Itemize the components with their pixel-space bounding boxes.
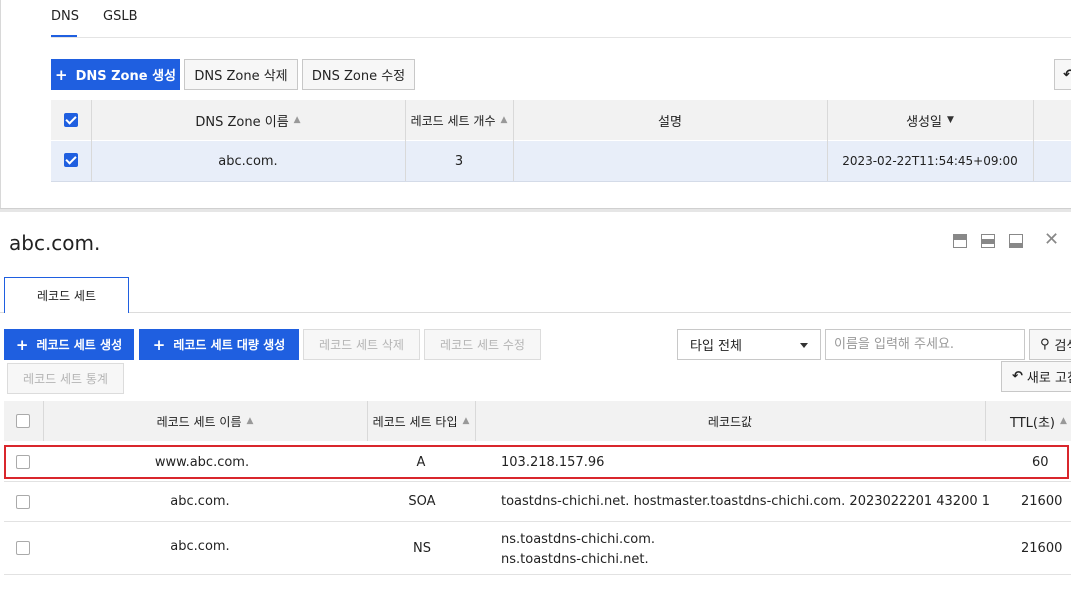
header-record-count-label: 레코드 세트 개수 xyxy=(410,113,496,128)
sort-icon: ▲ xyxy=(246,416,254,426)
header-record-value: 레코드값 xyxy=(707,414,753,429)
search-input[interactable] xyxy=(825,329,1025,360)
layout-top-icon[interactable] xyxy=(953,234,967,248)
ttl-cell: 21600 xyxy=(1021,493,1063,509)
sort-desc-icon: ▼ xyxy=(946,115,954,125)
frame-left-border xyxy=(0,0,1,210)
layout-middle-icon[interactable] xyxy=(981,234,995,248)
delete-record-button[interactable]: 레코드 세트 삭제 xyxy=(303,329,420,360)
header-record-name[interactable]: 레코드 세트 이름 ▲ xyxy=(43,401,367,441)
header-ttl-label: TTL(초) xyxy=(1010,415,1055,431)
select-all-checkbox[interactable] xyxy=(64,113,78,127)
header-created[interactable]: 생성일 ▼ xyxy=(827,100,1033,140)
bulk-create-record-label: 레코드 세트 대량 생성 xyxy=(173,338,286,352)
sort-icon: ▲ xyxy=(293,115,301,125)
edit-zone-button[interactable]: DNS Zone 수정 xyxy=(302,59,415,90)
record-value-cell: 103.218.157.96 xyxy=(501,454,605,470)
subtab-divider xyxy=(129,312,1071,313)
plus-icon: + xyxy=(54,65,68,84)
refresh-button[interactable]: ↶새로 고침 xyxy=(1001,361,1071,392)
bulk-create-record-button[interactable]: + 레코드 세트 대량 생성 xyxy=(139,329,299,360)
delete-zone-button[interactable]: DNS Zone 삭제 xyxy=(184,59,298,90)
record-name-cell[interactable]: www.abc.com. xyxy=(43,445,361,479)
record-name-cell[interactable]: abc.com. xyxy=(43,481,357,521)
record-count-cell: 3 xyxy=(454,153,464,169)
record-type-cell: NS xyxy=(413,540,431,556)
row-divider xyxy=(4,574,1071,575)
created-cell: 2023-02-22T11:54:45+09:00 xyxy=(842,154,1018,168)
zone-name-cell[interactable]: abc.com. xyxy=(91,141,405,181)
panel-title: abc.com. xyxy=(9,231,101,255)
type-filter-value: 타입 전체 xyxy=(690,339,742,354)
tabs-divider xyxy=(51,37,1071,38)
record-name-cell[interactable]: abc.com. xyxy=(43,522,357,570)
row-checkbox[interactable] xyxy=(16,541,30,555)
plus-icon: + xyxy=(15,335,29,354)
record-value-line: ns.toastdns-chichi.net. xyxy=(501,552,649,567)
search-button[interactable]: ⚲ 검색 xyxy=(1029,329,1071,360)
header-record-type[interactable]: 레코드 세트 타입 ▲ xyxy=(367,401,475,441)
col-divider xyxy=(1033,100,1034,181)
record-value-line: ns.toastdns-chichi.com. xyxy=(501,532,656,547)
header-record-name-label: 레코드 세트 이름 xyxy=(156,414,242,429)
header-record-type-label: 레코드 세트 타입 xyxy=(372,414,458,429)
refresh-button-label: 새로 고침 xyxy=(1026,371,1071,386)
select-all-checkbox[interactable] xyxy=(16,414,30,428)
close-icon[interactable]: ✕ xyxy=(1044,229,1059,250)
subtab-divider xyxy=(0,312,4,313)
refresh-zone-button[interactable]: ↶ xyxy=(1054,59,1071,90)
search-icon: ⚲ xyxy=(1040,337,1050,352)
row-checkbox[interactable] xyxy=(16,455,30,469)
search-button-label: 검색 xyxy=(1054,339,1071,354)
record-type-cell: A xyxy=(416,454,426,470)
edit-record-button[interactable]: 레코드 세트 수정 xyxy=(424,329,541,360)
refresh-icon: ↶ xyxy=(1063,66,1071,83)
refresh-icon: ↶ xyxy=(1012,369,1023,384)
row-checkbox[interactable] xyxy=(16,495,30,509)
sort-icon: ▲ xyxy=(1060,416,1067,426)
sort-icon: ▲ xyxy=(500,115,508,125)
header-description: 설명 xyxy=(658,114,682,130)
record-stats-button[interactable]: 레코드 세트 통계 xyxy=(7,363,124,394)
panel-splitter[interactable] xyxy=(0,208,1071,212)
description-cell xyxy=(513,141,827,181)
chevron-down-icon xyxy=(800,343,808,348)
record-value-cell: ns.toastdns-chichi.com. ns.toastdns-chic… xyxy=(501,530,655,570)
row-checkbox[interactable] xyxy=(64,153,78,167)
create-record-button[interactable]: + 레코드 세트 생성 xyxy=(4,329,134,360)
plus-icon: + xyxy=(152,335,166,354)
tab-dns[interactable]: DNS xyxy=(51,9,79,24)
create-zone-button[interactable]: + DNS Zone 생성 xyxy=(51,59,180,90)
sort-icon: ▲ xyxy=(462,416,470,426)
layout-bottom-icon[interactable] xyxy=(1009,234,1023,248)
header-record-count[interactable]: 레코드 세트 개수 ▲ xyxy=(405,100,513,140)
create-record-label: 레코드 세트 생성 xyxy=(36,338,123,352)
type-filter-select[interactable]: 타입 전체 xyxy=(677,329,821,360)
header-ttl[interactable]: TTL(초) ▲ xyxy=(985,401,1071,441)
header-zone-name-label: DNS Zone 이름 xyxy=(195,114,289,130)
header-created-label: 생성일 xyxy=(906,114,942,130)
create-zone-label: DNS Zone 생성 xyxy=(75,69,176,84)
header-zone-name[interactable]: DNS Zone 이름 ▲ xyxy=(91,100,405,140)
tab-gslb[interactable]: GSLB xyxy=(103,9,138,24)
ttl-cell: 60 xyxy=(1032,454,1049,470)
ttl-cell: 21600 xyxy=(1021,540,1063,556)
record-value-cell: toastdns-chichi.net. hostmaster.toastdns… xyxy=(501,493,989,509)
record-type-cell: SOA xyxy=(408,493,436,509)
tab-record-sets[interactable]: 레코드 세트 xyxy=(4,277,129,313)
